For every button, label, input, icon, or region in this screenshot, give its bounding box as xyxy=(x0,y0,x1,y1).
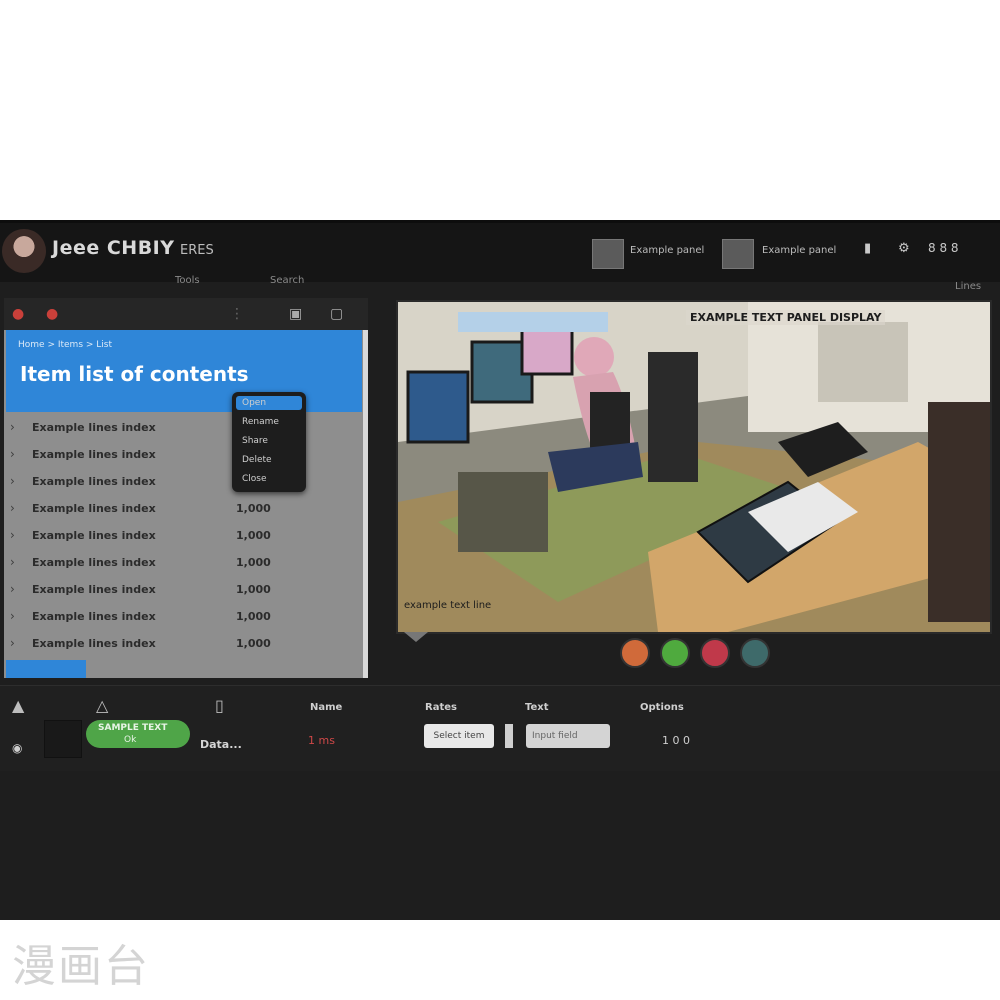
app-title: Jeee CHBIY xyxy=(52,237,175,259)
subnav-item-1[interactable]: Tools xyxy=(175,275,200,286)
top-bar: Jeee CHBIY ERES Tools Search Example pan… xyxy=(0,220,1000,292)
row-rate: 1 ms xyxy=(308,734,335,747)
context-menu: Open Rename Share Delete Close xyxy=(232,392,306,492)
row-toggle-icon[interactable]: ◉ xyxy=(12,741,22,755)
chevron-right-icon[interactable]: › xyxy=(10,474,15,488)
column-header-4: Options xyxy=(640,702,684,713)
thumbnail-2[interactable] xyxy=(722,239,754,269)
menu-item[interactable]: Rename xyxy=(242,417,279,427)
chevron-right-icon[interactable]: › xyxy=(10,447,15,461)
thumbnail-2-label: Example panel xyxy=(762,245,837,256)
color-swatch-green[interactable] xyxy=(660,638,690,668)
more-icon[interactable]: ⋮ xyxy=(230,306,244,322)
list-item-value: 1,000 xyxy=(236,502,271,515)
toolbar-sub-label: Lines xyxy=(955,281,982,292)
color-swatch-red[interactable] xyxy=(700,638,730,668)
app-subtitle: ERES xyxy=(180,243,214,258)
chevron-right-icon[interactable]: › xyxy=(10,528,15,542)
list-item-value: 1,000 xyxy=(236,610,271,623)
list-item-name: Example lines index xyxy=(32,421,156,434)
list-item[interactable]: › Example lines index 1,000 xyxy=(4,605,362,629)
list-item-value: 1,000 xyxy=(236,529,271,542)
list-item-name: Example lines index xyxy=(32,610,156,623)
list-item-name: Example lines index xyxy=(32,529,156,542)
preview-image xyxy=(398,302,990,632)
list-item-name: Example lines index xyxy=(32,556,156,569)
list-item[interactable]: › Example lines index xyxy=(4,470,362,494)
row-rate-value: 1 ms xyxy=(308,734,335,747)
list-item-value: 1,000 xyxy=(236,556,271,569)
app-window: Jeee CHBIY ERES Tools Search Example pan… xyxy=(0,220,1000,920)
triangle-icon[interactable]: △ xyxy=(96,696,108,715)
column-header-1: Name xyxy=(310,702,343,713)
watermark: 漫画台 xyxy=(12,941,150,992)
settings-icon[interactable]: ⚙ xyxy=(898,241,910,256)
list-item[interactable]: › Example lines index xyxy=(4,443,362,467)
record-icon-2[interactable]: ● xyxy=(46,306,58,322)
hud-label: EXAMPLE TEXT PANEL DISPLAY xyxy=(686,310,886,325)
list-item[interactable]: › Example lines index xyxy=(4,416,362,440)
list-item[interactable]: › Example lines index 1,000 xyxy=(4,632,362,656)
record-icon[interactable]: ● xyxy=(12,306,24,322)
lock-icon[interactable]: ▮ xyxy=(864,241,871,256)
list-item[interactable]: › Example lines index 1,000 xyxy=(4,524,362,548)
chevron-right-icon[interactable]: › xyxy=(10,582,15,596)
list-item[interactable]: › Example lines index 1,000 xyxy=(4,497,362,521)
row-thumbnail[interactable] xyxy=(44,720,82,758)
left-panel-toolbar: ● ● ⋮ ▣ ▢ xyxy=(4,298,368,330)
panel-footer-tab[interactable] xyxy=(6,660,86,678)
column-header-3: Text xyxy=(525,702,549,713)
select-button[interactable]: Select item xyxy=(424,724,494,748)
input-field[interactable]: Input field xyxy=(526,724,610,748)
list-item-name: Example lines index xyxy=(32,637,156,650)
list-item[interactable]: › Example lines index 1,000 xyxy=(4,551,362,575)
column-header-2: Rates xyxy=(425,702,457,713)
row-text: Data... xyxy=(200,738,242,751)
window-icon[interactable]: ▣ xyxy=(289,306,302,322)
row-number: 1 0 0 xyxy=(662,734,690,747)
hud-caption: example text line xyxy=(404,600,492,611)
list-item[interactable]: › Example lines index 1,000 xyxy=(4,578,362,602)
avatar[interactable] xyxy=(2,229,46,273)
menu-item[interactable]: Delete xyxy=(242,455,272,465)
cursor-icon[interactable]: ▲ xyxy=(12,696,24,715)
left-panel: ● ● ⋮ ▣ ▢ Home > Items > List Item list … xyxy=(4,298,368,678)
color-swatch-teal[interactable] xyxy=(740,638,770,668)
list-item-name: Example lines index xyxy=(32,583,156,596)
status-text: 8 8 8 xyxy=(928,241,959,255)
bottom-toolbar: ▲ △ ▯ Name Rates Text Options ◉ SAMPLE T… xyxy=(0,685,1000,771)
chevron-right-icon[interactable]: › xyxy=(10,420,15,434)
list-item-value: 1,000 xyxy=(236,583,271,596)
chevron-right-icon[interactable]: › xyxy=(10,555,15,569)
menu-item[interactable]: Share xyxy=(242,436,268,446)
scrollbar[interactable] xyxy=(363,330,368,678)
menu-item[interactable]: Open xyxy=(242,398,266,408)
chevron-right-icon[interactable]: › xyxy=(10,636,15,650)
list-item-value: 1,000 xyxy=(236,637,271,650)
breadcrumb[interactable]: Home > Items > List xyxy=(18,340,112,350)
chevron-right-icon[interactable]: › xyxy=(10,501,15,515)
status-pill-label: SAMPLE TEXT xyxy=(98,723,168,733)
thumbnail-1-label: Example panel xyxy=(630,245,705,256)
list-item-name: Example lines index xyxy=(32,502,156,515)
expand-icon[interactable]: ▢ xyxy=(330,306,343,322)
folder-icon[interactable]: ▯ xyxy=(215,696,224,715)
list-item-name: Example lines index xyxy=(32,448,156,461)
image-viewport[interactable]: EXAMPLE TEXT PANEL DISPLAY example text … xyxy=(396,300,992,634)
thumbnail-1[interactable] xyxy=(592,239,624,269)
color-swatch-orange[interactable] xyxy=(620,638,650,668)
subnav-item-2[interactable]: Search xyxy=(270,275,304,286)
chevron-right-icon[interactable]: › xyxy=(10,609,15,623)
collapse-icon[interactable] xyxy=(404,632,428,642)
divider xyxy=(505,724,513,748)
status-pill-sub: Ok xyxy=(124,735,137,745)
panel-heading: Item list of contents xyxy=(20,362,249,386)
panel-banner: Home > Items > List Item list of content… xyxy=(6,330,362,412)
status-pill[interactable]: SAMPLE TEXT Ok xyxy=(86,720,190,748)
menu-item[interactable]: Close xyxy=(242,474,267,484)
list-item-name: Example lines index xyxy=(32,475,156,488)
